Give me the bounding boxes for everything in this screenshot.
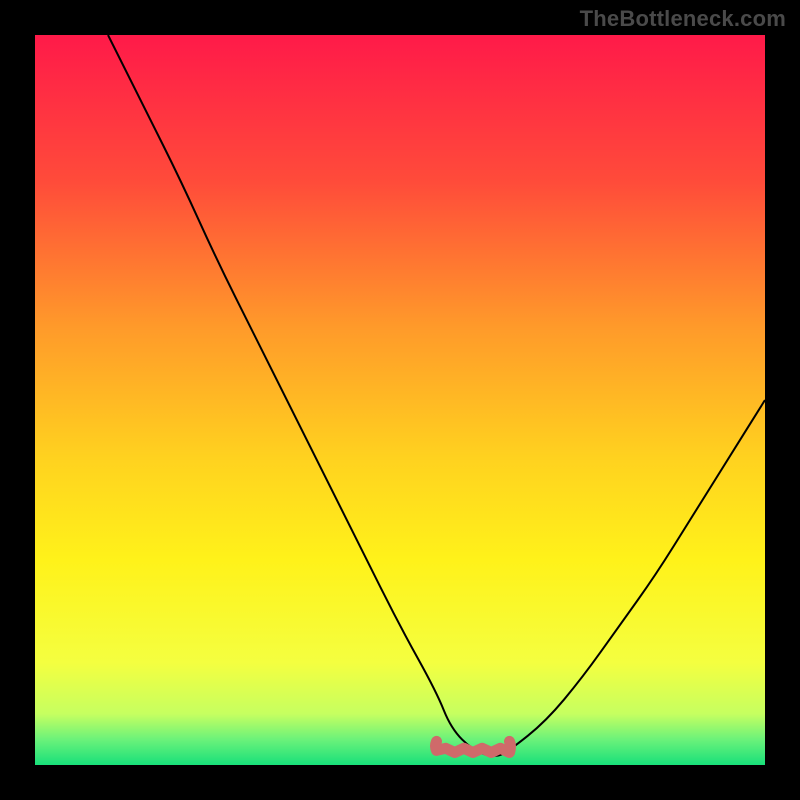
bottleneck-chart — [35, 35, 765, 765]
chart-frame: TheBottleneck.com — [0, 0, 800, 800]
watermark-text: TheBottleneck.com — [580, 6, 786, 32]
gradient-background — [35, 35, 765, 765]
